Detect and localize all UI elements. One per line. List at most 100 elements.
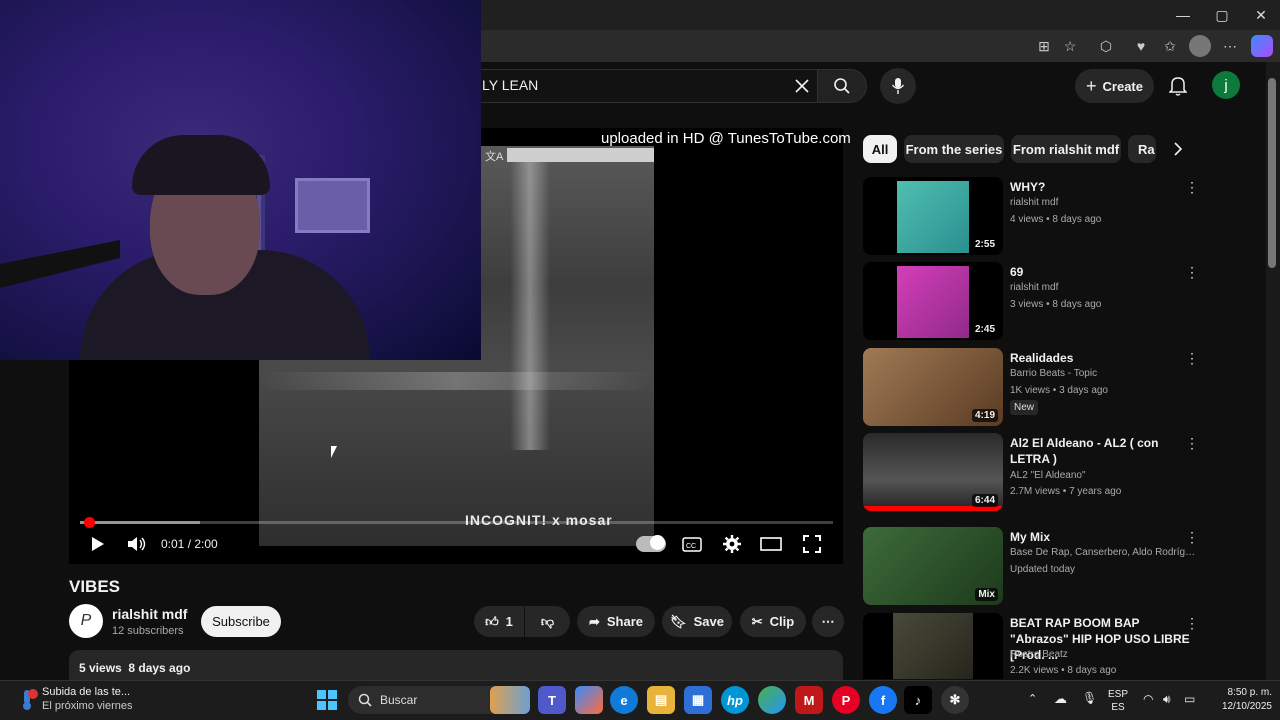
video-thumbnail[interactable]: 4:19	[863, 348, 1003, 426]
chrome-like-icon[interactable]	[758, 686, 786, 714]
tiktok-icon[interactable]: ♪	[904, 686, 932, 714]
search-button[interactable]	[817, 69, 867, 103]
share-icon: ➦	[588, 613, 600, 629]
volume-icon	[128, 537, 146, 551]
weather-widget-icon[interactable]	[14, 686, 40, 714]
wifi-icon[interactable]: ◠	[1143, 692, 1153, 706]
share-button[interactable]: ➦ Share	[577, 606, 655, 637]
rec-channel: AL2 "El Aldeano"	[1010, 470, 1086, 481]
microphone-tray-icon[interactable]: 🎙︎	[1082, 691, 1097, 705]
video-thumbnail[interactable]: Mix	[863, 527, 1003, 605]
translate-icon[interactable]: 文A	[485, 148, 505, 166]
notifications-bell-icon[interactable]	[1163, 71, 1193, 101]
kebab-menu-icon[interactable]: ⋮	[1185, 179, 1199, 197]
copilot-taskbar-icon[interactable]	[575, 686, 603, 714]
video-thumbnail[interactable]: 2:55	[863, 177, 1003, 255]
volume-tray-icon[interactable]: 🔊︎	[1163, 692, 1171, 707]
rec-title: Al2 El Aldeano - AL2 ( con LETRA )	[1010, 436, 1159, 466]
chip-ra[interactable]: Ra	[1128, 135, 1156, 163]
webcam-overlay	[0, 0, 481, 360]
new-badge: New	[1010, 400, 1039, 415]
video-thumbnail[interactable]: 2:45	[863, 262, 1003, 340]
windows-start-icon[interactable]	[313, 686, 341, 714]
search-query-text: LY LEAN	[482, 77, 539, 93]
clear-search-icon[interactable]	[788, 72, 816, 100]
play-icon	[92, 537, 104, 551]
kebab-menu-icon[interactable]: ⋮	[1185, 435, 1199, 453]
copilot-icon[interactable]	[1251, 35, 1273, 57]
more-menu-icon[interactable]: ⋯	[1219, 35, 1241, 57]
microsoft-store-icon[interactable]: ▦	[684, 686, 712, 714]
kebab-menu-icon[interactable]: ⋮	[1185, 350, 1199, 368]
recommendation-item[interactable]: 2:55 WHY? rialshit mdf 4 views • 8 days …	[863, 177, 1199, 255]
facebook-icon[interactable]: f	[869, 686, 897, 714]
rec-meta: 3 views • 8 days ago	[1010, 299, 1102, 310]
chatgpt-icon[interactable]: ✻	[941, 686, 969, 714]
subscribe-button[interactable]: Subscribe	[201, 606, 281, 637]
maximize-button[interactable]: ▢	[1203, 0, 1241, 30]
dislike-button[interactable]: 👎︎	[525, 606, 570, 637]
kebab-menu-icon[interactable]: ⋮	[1185, 615, 1193, 633]
time-display: 0:01 / 2:00	[161, 537, 218, 551]
save-button[interactable]: 🔖︎ Save	[662, 606, 732, 637]
share-label: Share	[606, 614, 644, 629]
volume-button[interactable]	[126, 533, 148, 555]
account-avatar[interactable]: j	[1212, 71, 1240, 99]
video-thumbnail[interactable]	[863, 613, 1003, 679]
recommendation-item[interactable]: 6:44 Al2 El Aldeano - AL2 ( con LETRA ) …	[863, 433, 1199, 511]
mouse-cursor	[331, 446, 337, 458]
play-button[interactable]	[87, 533, 109, 555]
recommendation-item[interactable]: Mix My Mix Base De Rap, Canserbero, Aldo…	[863, 527, 1200, 605]
profile-icon[interactable]	[1189, 35, 1211, 57]
rec-meta: 4 views • 8 days ago	[1010, 214, 1102, 225]
clock-time: 8:50 p. m.	[1227, 687, 1272, 698]
extensions-icon[interactable]: ⬡	[1095, 35, 1117, 57]
fullscreen-button[interactable]	[801, 533, 823, 555]
app-grid-icon[interactable]: ⊞	[1033, 35, 1055, 57]
scrollbar-thumb[interactable]	[1268, 78, 1276, 268]
battery-icon[interactable]: ▭	[1184, 692, 1195, 706]
favorite-star-icon[interactable]: ☆	[1059, 35, 1081, 57]
onedrive-cloud-icon[interactable]: ☁	[1054, 691, 1067, 707]
chip-all[interactable]: All	[863, 135, 897, 163]
progress-bar[interactable]	[80, 521, 833, 524]
chip-from-the-series[interactable]: From the series	[904, 135, 1004, 163]
recommendation-item[interactable]: BEAT RAP BOOM BAP "Abrazos" HIP HOP USO …	[863, 613, 1193, 679]
more-actions-button[interactable]: ⋯	[812, 606, 844, 637]
recommendation-item[interactable]: 2:45 69 rialshit mdf 3 views • 8 days ag…	[863, 262, 1199, 340]
pinterest-icon[interactable]: P	[832, 686, 860, 714]
clip-button[interactable]: ✂ Clip	[740, 606, 806, 637]
chip-from-channel[interactable]: From rialshit mdf	[1011, 135, 1121, 163]
file-explorer-icon[interactable]: ▤	[647, 686, 675, 714]
browser-essentials-icon[interactable]: ♥	[1130, 35, 1152, 57]
kebab-menu-icon[interactable]: ⋮	[1185, 529, 1199, 547]
air-conditioner	[295, 178, 370, 233]
recommendation-item[interactable]: 4:19 Realidades Barrio Beats - Topic 1K …	[863, 348, 1199, 426]
channel-avatar[interactable]: P	[69, 604, 103, 638]
weather-subtitle: El próximo viernes	[42, 700, 133, 712]
show-hidden-icons-chevron[interactable]: ⌃	[1028, 692, 1037, 705]
theater-mode-button[interactable]	[760, 533, 782, 555]
create-button[interactable]: + Create	[1075, 69, 1154, 103]
close-window-button[interactable]: ✕	[1242, 0, 1280, 30]
weather-title[interactable]: Subida de las te...	[42, 686, 130, 698]
rec-meta: Updated today	[1010, 564, 1076, 575]
teams-icon[interactable]: T	[538, 686, 566, 714]
news-widget-icon[interactable]	[490, 686, 530, 714]
progress-scrubber[interactable]	[84, 517, 95, 528]
minimize-button[interactable]: —	[1164, 0, 1202, 30]
system-clock[interactable]: 8:50 p. m. 12/10/2025	[1206, 686, 1272, 714]
voice-search-button[interactable]	[880, 68, 916, 104]
settings-button[interactable]	[721, 533, 743, 555]
hp-icon[interactable]: hp	[721, 686, 749, 714]
captions-button[interactable]: CC	[681, 533, 703, 555]
channel-name[interactable]: rialshit mdf	[112, 606, 187, 622]
edge-browser-icon[interactable]: e	[610, 686, 638, 714]
chevron-right-icon[interactable]	[1168, 139, 1188, 159]
mcafee-icon[interactable]: M	[795, 686, 823, 714]
video-thumbnail[interactable]: 6:44	[863, 433, 1003, 511]
language-indicator[interactable]: ESP ES	[1108, 688, 1128, 714]
like-button[interactable]: 👍︎ 1	[474, 606, 524, 637]
kebab-menu-icon[interactable]: ⋮	[1185, 264, 1199, 282]
favorites-icon[interactable]: ✩	[1159, 35, 1181, 57]
